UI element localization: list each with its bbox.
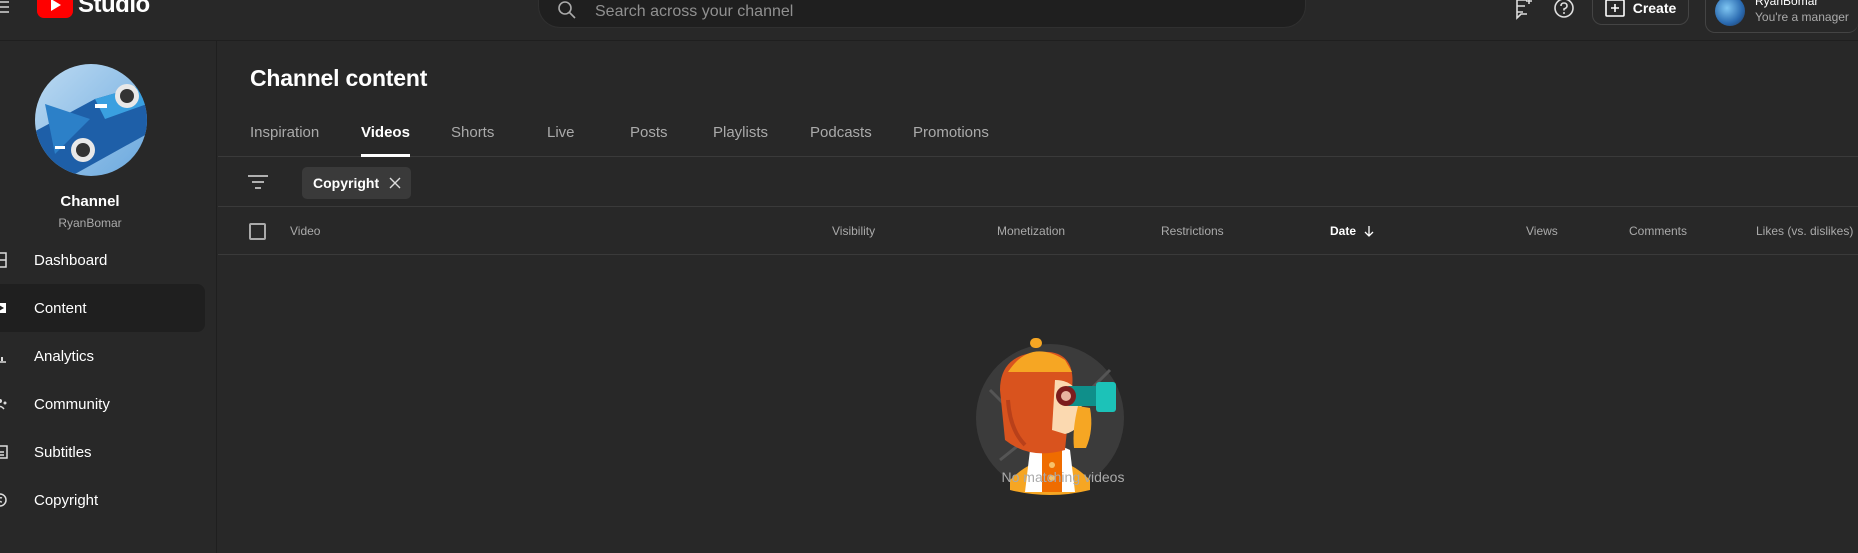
page-title: Channel content [250, 65, 428, 91]
search-bar[interactable] [538, 0, 1306, 28]
column-video[interactable]: Video [290, 224, 320, 238]
youtube-logo-icon [37, 0, 73, 18]
select-all-checkbox[interactable] [249, 223, 266, 240]
create-button[interactable]: Create [1592, 0, 1689, 25]
account-role: You're a manager [1755, 10, 1849, 24]
sidebar-item-label: Subtitles [34, 443, 92, 461]
channel-avatar-image [35, 64, 147, 176]
help-icon[interactable] [1553, 0, 1575, 19]
content-icon [0, 303, 6, 313]
sidebar-item-community[interactable]: Community [0, 380, 205, 428]
create-label: Create [1632, 0, 1677, 16]
filter-bar: Copyright [218, 158, 1858, 207]
column-monetization[interactable]: Monetization [997, 224, 1065, 238]
sidebar-item-subtitles[interactable]: Subtitles [0, 428, 205, 476]
column-comments[interactable]: Comments [1629, 224, 1687, 238]
copyright-icon [0, 493, 7, 507]
tab-playlists[interactable]: Playlists [713, 124, 768, 157]
sidebar-item-label: Dashboard [34, 251, 108, 269]
analytics-icon [0, 357, 6, 363]
account-name: RyanBomar [1755, 0, 1819, 8]
channel-avatar[interactable] [35, 64, 147, 176]
filter-chip-label: Copyright [313, 175, 380, 191]
sidebar: Channel RyanBomar Dashboard Content Anal… [0, 41, 217, 553]
tab-live[interactable]: Live [547, 124, 575, 157]
close-icon[interactable] [389, 177, 401, 189]
tab-shorts[interactable]: Shorts [451, 124, 494, 157]
account-avatar [1715, 0, 1745, 26]
empty-state-illustration [976, 338, 1124, 495]
community-icon [0, 399, 7, 410]
filter-icon[interactable] [248, 174, 268, 190]
column-views[interactable]: Views [1526, 224, 1558, 238]
sidebar-item-analytics[interactable]: Analytics [0, 332, 205, 380]
sidebar-item-label: Content [34, 299, 87, 317]
tab-inspiration[interactable]: Inspiration [250, 124, 319, 157]
sidebar-item-copyright[interactable]: Copyright [0, 476, 205, 524]
sidebar-item-dashboard[interactable]: Dashboard [0, 236, 205, 284]
subtitles-icon [0, 445, 8, 459]
top-bar: Studio Create RyanBomar You're a manager [0, 0, 1858, 41]
column-date-label: Date [1330, 224, 1357, 238]
column-restrictions[interactable]: Restrictions [1161, 224, 1224, 238]
content-tabs: Inspiration Videos Shorts Live Posts Pla… [218, 121, 1858, 157]
filter-chip-copyright[interactable]: Copyright [302, 167, 412, 199]
sidebar-item-content[interactable]: Content [0, 284, 205, 332]
sidebar-item-label: Community [34, 395, 110, 413]
tab-promotions[interactable]: Promotions [913, 124, 989, 157]
tab-podcasts[interactable]: Podcasts [810, 124, 872, 157]
column-date[interactable]: Date [1330, 224, 1375, 238]
column-likes[interactable]: Likes (vs. dislikes) [1756, 224, 1853, 238]
table-header: Video Visibility Monetization Restrictio… [218, 207, 1858, 255]
sidebar-item-label: Analytics [34, 347, 95, 365]
sort-descending-icon [1364, 226, 1374, 237]
menu-icon[interactable] [0, 0, 12, 14]
channel-handle: RyanBomar [58, 216, 122, 230]
logo-text: Studio [78, 0, 150, 18]
dashboard-icon [0, 252, 7, 268]
sidebar-item-label: Copyright [34, 491, 99, 509]
search-icon [558, 1, 576, 19]
tab-videos[interactable]: Videos [361, 124, 410, 157]
channel-label: Channel [60, 193, 120, 210]
create-video-icon [1604, 0, 1625, 17]
column-visibility[interactable]: Visibility [832, 224, 875, 238]
search-input[interactable] [595, 0, 1245, 24]
account-switcher[interactable]: RyanBomar You're a manager [1705, 0, 1858, 33]
studio-logo[interactable]: Studio [37, 0, 150, 18]
tab-posts[interactable]: Posts [630, 124, 668, 157]
feedback-icon[interactable] [1515, 0, 1535, 20]
empty-state-message: No matching videos [1001, 469, 1125, 485]
